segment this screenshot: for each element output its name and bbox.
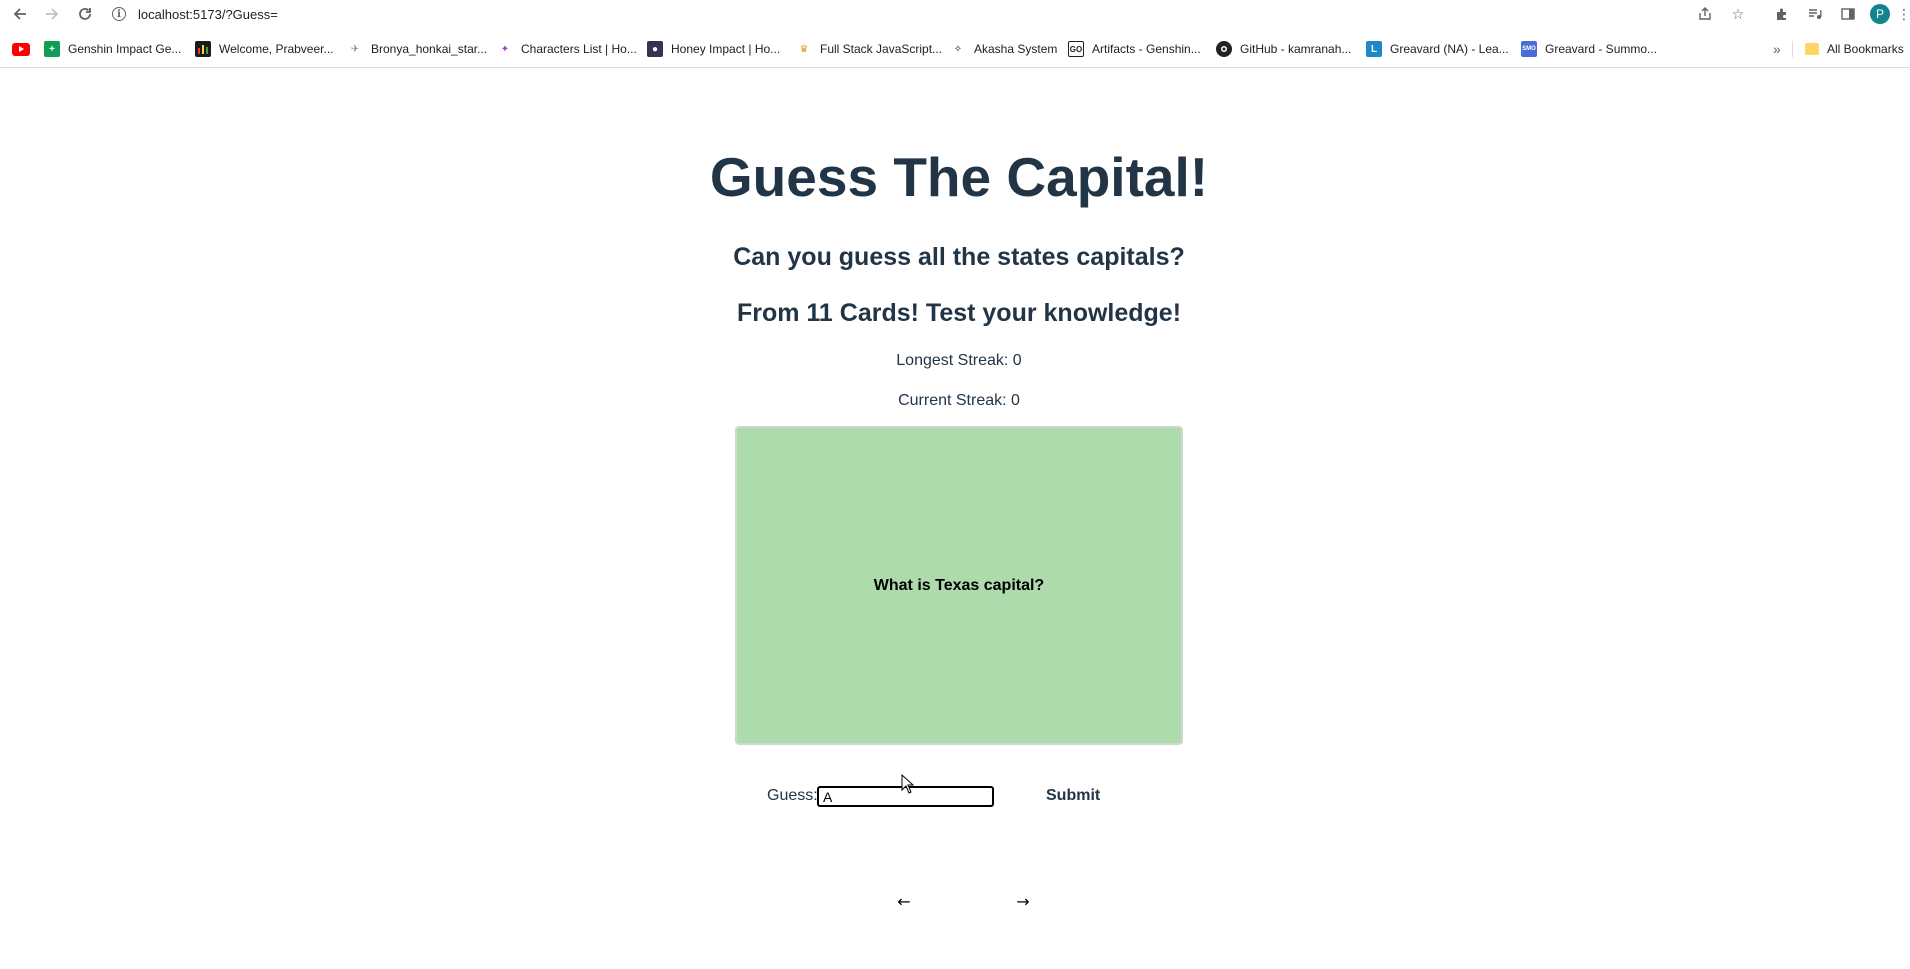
folder-icon <box>1805 43 1819 55</box>
flashcard[interactable]: What is Texas capital? <box>735 426 1183 745</box>
bookmark-label: Bronya_honkai_star... <box>371 42 488 56</box>
share-icon[interactable] <box>1695 4 1715 24</box>
bookmark-label: Honey Impact | Ho... <box>671 42 781 56</box>
prev-card-button[interactable]: ← <box>889 890 919 912</box>
profile-avatar[interactable]: P <box>1870 4 1890 24</box>
bookmark-label: Full Stack JavaScript... <box>820 42 943 56</box>
forward-arrow-icon[interactable] <box>42 4 62 24</box>
bookmark-item[interactable]: GO Artifacts - Genshin... <box>1068 39 1201 59</box>
media-controls-icon[interactable] <box>1805 4 1825 24</box>
bookmarks-divider <box>1792 41 1793 57</box>
bookmark-label: GitHub - kamranah... <box>1240 42 1352 56</box>
all-bookmarks-folder[interactable]: All Bookmarks <box>1805 39 1904 59</box>
bookmark-item[interactable]: ● Honey Impact | Ho... <box>647 39 780 59</box>
bookmark-label: Artifacts - Genshin... <box>1092 42 1201 56</box>
toolbar-divider <box>0 67 1910 68</box>
submit-button[interactable]: Submit <box>1040 784 1106 808</box>
extensions-icon[interactable] <box>1772 4 1792 24</box>
youtube-icon <box>12 42 30 56</box>
bookmark-label: Genshin Impact Ge... <box>68 42 182 56</box>
honkai-icon: ✦ <box>500 43 510 55</box>
address-bar[interactable]: i localhost:5173/?Guess= <box>112 2 278 26</box>
bookmark-star-icon[interactable]: ☆ <box>1728 4 1748 24</box>
bookmark-item[interactable]: ✧ Akasha System <box>950 39 1058 59</box>
page-subtitle: Can you guess all the states capitals? <box>733 243 1185 271</box>
side-panel-icon[interactable] <box>1838 4 1858 24</box>
menu-kebab-icon[interactable]: ⋮ <box>1897 4 1910 24</box>
bookmark-item[interactable]: ♛ Full Stack JavaScript... <box>796 39 943 59</box>
back-arrow-icon[interactable] <box>10 4 30 24</box>
url-text: localhost:5173/?Guess= <box>138 6 278 22</box>
youtube-bookmark[interactable] <box>12 39 38 59</box>
sheets-icon: + <box>44 41 60 57</box>
honey-icon: ● <box>647 41 663 57</box>
browser-toolbar: i localhost:5173/?Guess= ☆ P ⋮ <box>0 0 1910 28</box>
akasha-icon: ✧ <box>953 43 963 55</box>
smogon-icon: SMO <box>1521 41 1537 57</box>
guess-label: Guess: <box>767 787 818 804</box>
all-bookmarks-label: All Bookmarks <box>1827 42 1904 56</box>
mouse-cursor-icon <box>901 774 915 794</box>
page-title: Guess The Capital! <box>709 146 1209 208</box>
cards-count-heading: From 11 Cards! Test your knowledge! <box>736 299 1182 327</box>
trophy-icon: ♛ <box>799 43 809 55</box>
bookmark-item[interactable]: ✦ Characters List | Ho... <box>497 39 637 59</box>
feather-icon: ✈ <box>350 43 360 55</box>
next-card-button[interactable]: → <box>1008 890 1038 912</box>
bookmark-item[interactable]: + Genshin Impact Ge... <box>44 39 181 59</box>
bookmark-label: Greavard - Summo... <box>1545 42 1658 56</box>
longest-streak: Longest Streak: 0 <box>896 352 1022 369</box>
bookmarks-bar: + Genshin Impact Ge... Welcome, Prabveer… <box>0 36 1910 62</box>
reload-icon[interactable] <box>75 4 95 24</box>
go-icon: GO <box>1068 41 1084 57</box>
bookmark-item[interactable]: GitHub - kamranah... <box>1216 39 1351 59</box>
site-info-icon[interactable]: i <box>112 7 126 21</box>
card-question: What is Texas capital? <box>873 576 1045 594</box>
bookmark-item[interactable]: Welcome, Prabveer... <box>195 39 334 59</box>
chart-favicon-icon <box>195 41 211 57</box>
l-icon: L <box>1366 41 1382 57</box>
bookmark-item[interactable]: L Greavard (NA) - Lea... <box>1366 39 1509 59</box>
bookmark-label: Welcome, Prabveer... <box>219 42 334 56</box>
bookmark-label: Akasha System <box>974 42 1058 56</box>
bookmark-item[interactable]: SMO Greavard - Summo... <box>1521 39 1657 59</box>
more-bookmarks-icon[interactable]: » <box>1773 39 1781 59</box>
bookmark-label: Greavard (NA) - Lea... <box>1390 42 1509 56</box>
bookmark-label: Characters List | Ho... <box>521 42 637 56</box>
current-streak: Current Streak: 0 <box>898 392 1020 409</box>
github-icon <box>1216 41 1232 57</box>
bookmark-item[interactable]: ✈ Bronya_honkai_star... <box>347 39 487 59</box>
toolbar-right-icons: ☆ P ⋮ <box>1682 4 1910 24</box>
